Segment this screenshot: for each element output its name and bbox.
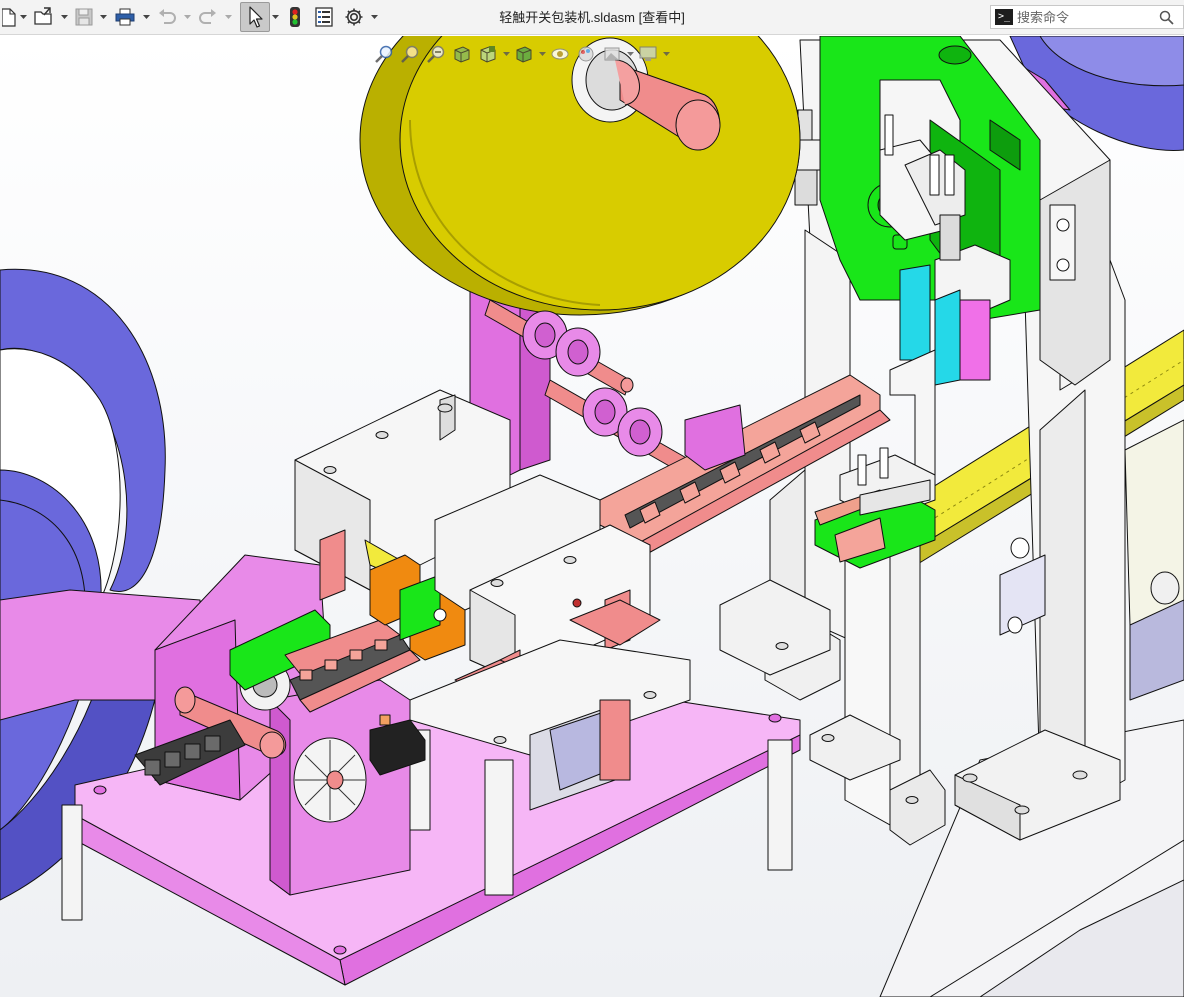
zoom-area-icon <box>401 45 419 63</box>
chevron-down-icon <box>662 51 670 56</box>
gear-icon <box>345 8 363 26</box>
zoom-to-area-button[interactable] <box>398 42 422 66</box>
chevron-down-icon <box>538 51 546 56</box>
chevron-down-icon <box>502 51 510 56</box>
redo-button[interactable] <box>193 2 223 32</box>
save-button[interactable] <box>70 2 98 32</box>
view-orientation-button[interactable] <box>476 42 500 66</box>
new-document-dropdown[interactable] <box>18 2 29 32</box>
save-icon <box>75 8 93 26</box>
assembly-model <box>0 36 1184 997</box>
select-dropdown[interactable] <box>270 2 281 32</box>
display-style-icon <box>516 46 532 63</box>
options-dropdown[interactable] <box>369 2 380 32</box>
search-icon[interactable] <box>1159 10 1175 26</box>
command-search-input[interactable] <box>1017 9 1147 25</box>
open-button[interactable] <box>29 2 59 32</box>
print-icon <box>115 8 135 26</box>
save-dropdown[interactable] <box>98 2 109 32</box>
appearance-icon <box>578 46 594 62</box>
edit-appearance-button[interactable] <box>574 42 598 66</box>
eye-icon <box>551 48 569 60</box>
section-view-button[interactable] <box>450 42 474 66</box>
scene-icon <box>604 47 620 61</box>
yellow-reel <box>359 36 801 316</box>
heads-up-view-toolbar <box>372 40 670 68</box>
print-dropdown[interactable] <box>141 2 152 32</box>
zoom-to-fit-button[interactable] <box>372 42 396 66</box>
view-cube-icon <box>480 46 496 63</box>
graphics-viewport[interactable] <box>0 36 1184 997</box>
hide-show-items-button[interactable] <box>548 42 572 66</box>
rebuild-button[interactable] <box>281 2 309 32</box>
new-document-button[interactable] <box>0 2 18 32</box>
print-button[interactable] <box>109 2 141 32</box>
apply-scene-button[interactable] <box>600 42 624 66</box>
monitor-icon <box>639 46 657 61</box>
chevron-down-icon <box>61 14 68 19</box>
chevron-down-icon <box>184 14 191 19</box>
cursor-arrow-icon <box>249 6 263 28</box>
chevron-down-icon <box>272 14 279 19</box>
new-doc-icon <box>2 8 16 27</box>
chevron-down-icon <box>143 14 150 19</box>
chevron-down-icon <box>20 14 27 19</box>
traffic-light-icon <box>290 7 300 27</box>
redo-icon <box>199 9 216 24</box>
open-folder-icon <box>34 7 52 25</box>
previous-view-button[interactable] <box>424 42 448 66</box>
chevron-down-icon <box>225 14 232 19</box>
display-style-button[interactable] <box>512 42 536 66</box>
undo-icon <box>159 9 176 24</box>
zoom-fit-icon <box>375 45 393 63</box>
chevron-down-icon <box>626 51 634 56</box>
view-settings-dropdown[interactable] <box>662 42 670 66</box>
command-search[interactable]: >_ <box>990 5 1184 29</box>
options-button[interactable] <box>339 2 369 32</box>
chevron-down-icon <box>100 14 107 19</box>
file-properties-icon <box>315 7 333 27</box>
view-orientation-dropdown[interactable] <box>502 42 510 66</box>
redo-dropdown[interactable] <box>223 2 234 32</box>
section-view-icon <box>454 46 470 63</box>
undo-dropdown[interactable] <box>182 2 193 32</box>
file-properties-button[interactable] <box>309 2 339 32</box>
display-style-dropdown[interactable] <box>538 42 546 66</box>
command-prompt-icon: >_ <box>995 9 1013 25</box>
title-bar: 轻触开关包装机.sldasm [查看中] >_ <box>0 0 1184 35</box>
apply-scene-dropdown[interactable] <box>626 42 634 66</box>
select-button[interactable] <box>240 2 270 32</box>
undo-button[interactable] <box>152 2 182 32</box>
open-dropdown[interactable] <box>59 2 70 32</box>
quick-access-toolbar <box>0 0 380 35</box>
chevron-down-icon <box>371 14 378 19</box>
previous-view-icon <box>427 45 445 63</box>
view-settings-button[interactable] <box>636 42 660 66</box>
